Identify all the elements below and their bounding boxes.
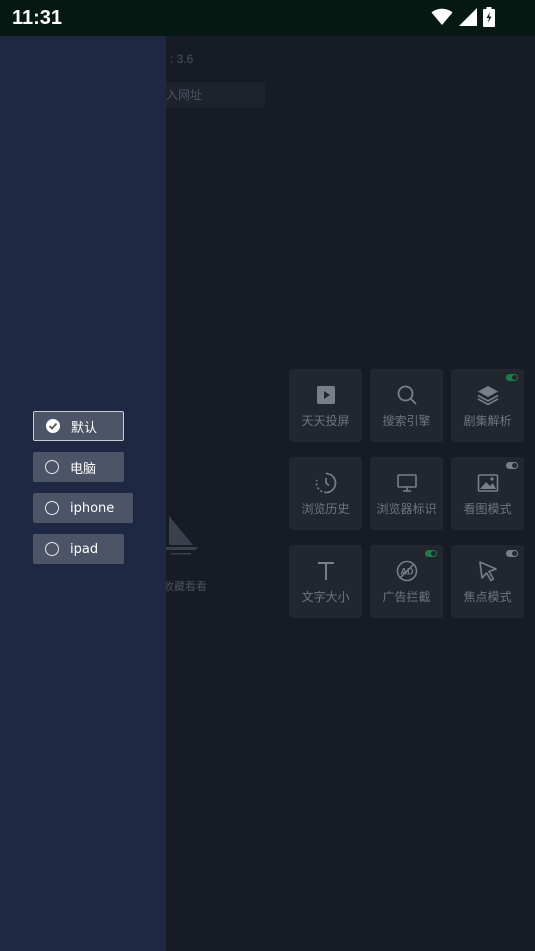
tool-label: 文字大小	[301, 590, 350, 604]
tool-label: 看图模式	[463, 502, 512, 516]
tool-history[interactable]: 浏览历史	[289, 457, 362, 530]
url-input[interactable]: 入网址	[158, 82, 265, 108]
tool-label: 焦点模式	[463, 590, 512, 604]
quick-tools-grid: 天天投屏 搜索引擎 剧集解析 浏览历史 浏览器标识 看图模式 文字大小 广告拦截…	[289, 369, 525, 618]
wifi-icon	[431, 8, 453, 25]
tool-image-mode[interactable]: 看图模式	[451, 457, 524, 530]
toggle-switch[interactable]	[506, 374, 518, 381]
check-circle-icon	[46, 419, 60, 433]
tool-episode-parse[interactable]: 剧集解析	[451, 369, 524, 442]
tool-label: 浏览历史	[301, 502, 350, 516]
version-text: : 3.6	[170, 52, 194, 66]
status-icons	[431, 7, 495, 27]
option-default[interactable]: 默认	[33, 411, 124, 441]
option-label: ipad	[70, 541, 99, 557]
tool-label: 浏览器标识	[376, 502, 437, 516]
user-agent-drawer: 默认 电脑 iphone ipad	[0, 36, 166, 951]
option-label: 电脑	[70, 461, 97, 477]
tool-label: 剧集解析	[463, 414, 512, 428]
tool-label: 广告拦截	[382, 590, 431, 604]
tool-ad-block[interactable]: AD 广告拦截	[370, 545, 443, 618]
tool-focus-mode[interactable]: 焦点模式	[451, 545, 524, 618]
status-time: 11:31	[12, 7, 63, 29]
toggle-switch[interactable]	[506, 462, 518, 469]
tool-user-agent[interactable]: 浏览器标识	[370, 457, 443, 530]
radio-circle-icon	[45, 542, 59, 556]
cursor-icon	[478, 561, 497, 582]
monitor-icon	[396, 474, 417, 492]
empty-state-text: 收藏看看	[163, 580, 207, 593]
battery-icon	[483, 7, 495, 27]
option-pc[interactable]: 电脑	[33, 452, 124, 482]
option-label: 默认	[71, 420, 98, 436]
image-icon	[477, 474, 498, 492]
search-icon	[397, 385, 417, 405]
ad-block-icon: AD	[396, 560, 417, 582]
history-icon	[315, 472, 336, 494]
radio-circle-icon	[45, 501, 59, 515]
tool-font-size[interactable]: 文字大小	[289, 545, 362, 618]
status-bar: 11:31	[0, 0, 535, 36]
option-iphone[interactable]: iphone	[33, 493, 133, 523]
option-label: iphone	[70, 500, 115, 516]
radio-circle-icon	[45, 460, 59, 474]
signal-icon	[459, 8, 477, 26]
tool-cast[interactable]: 天天投屏	[289, 369, 362, 442]
toggle-switch[interactable]	[425, 550, 437, 557]
layers-icon	[477, 386, 498, 406]
option-ipad[interactable]: ipad	[33, 534, 124, 564]
tool-label: 天天投屏	[301, 414, 350, 428]
text-size-icon	[317, 562, 334, 580]
tool-search-engine[interactable]: 搜索引擎	[370, 369, 443, 442]
cast-play-icon	[316, 386, 335, 404]
toggle-switch[interactable]	[506, 550, 518, 557]
tool-label: 搜索引擎	[382, 414, 431, 428]
